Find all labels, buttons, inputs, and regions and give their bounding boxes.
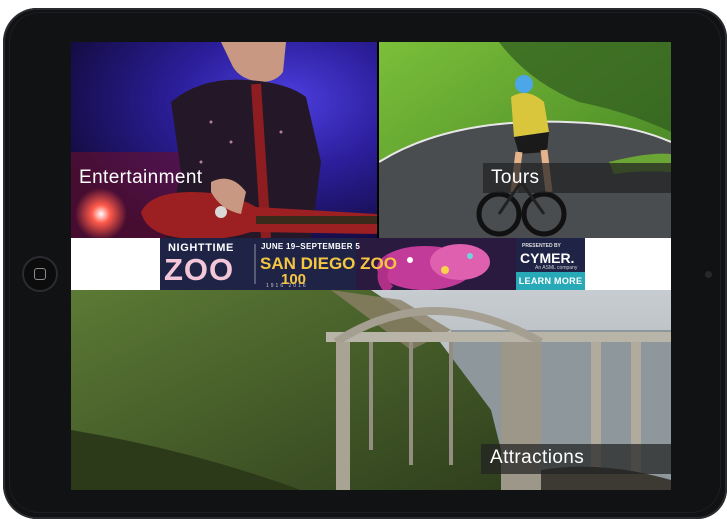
- ad-sponsor: CYMER.: [520, 250, 575, 266]
- ad-presented-by: PRESENTED BY: [522, 243, 561, 249]
- ad-strip: NIGHTTIME ZOO JUNE 19–SEPTEMBER 5 SAN DI…: [71, 238, 671, 290]
- tile-entertainment[interactable]: Entertainment: [71, 42, 377, 238]
- nighttime-zoo-banner-ad[interactable]: NIGHTTIME ZOO JUNE 19–SEPTEMBER 5 SAN DI…: [160, 238, 585, 290]
- home-button-icon[interactable]: [22, 256, 58, 292]
- home-square-glyph: [34, 268, 46, 280]
- tours-photo: [379, 42, 671, 238]
- tours-label: Tours: [491, 167, 540, 188]
- ad-learn-more-button[interactable]: LEARN MORE: [516, 272, 585, 290]
- ad-headline-main: ZOO: [164, 252, 235, 287]
- ad-years: 1916 2016: [266, 283, 308, 289]
- app-screen: Entertainment Tours NIGHTTIME ZOO JUNE 1…: [71, 42, 671, 490]
- tile-tours[interactable]: Tours: [379, 42, 671, 238]
- entertainment-label: Entertainment: [79, 167, 203, 188]
- entertainment-photo: [71, 42, 377, 238]
- ad-sponsor-sub: An ASML company: [535, 265, 578, 271]
- ad-dates: JUNE 19–SEPTEMBER 5: [261, 242, 361, 251]
- front-camera-icon: [705, 271, 712, 278]
- tile-attractions[interactable]: Attractions: [71, 290, 671, 490]
- attractions-label: Attractions: [490, 447, 585, 468]
